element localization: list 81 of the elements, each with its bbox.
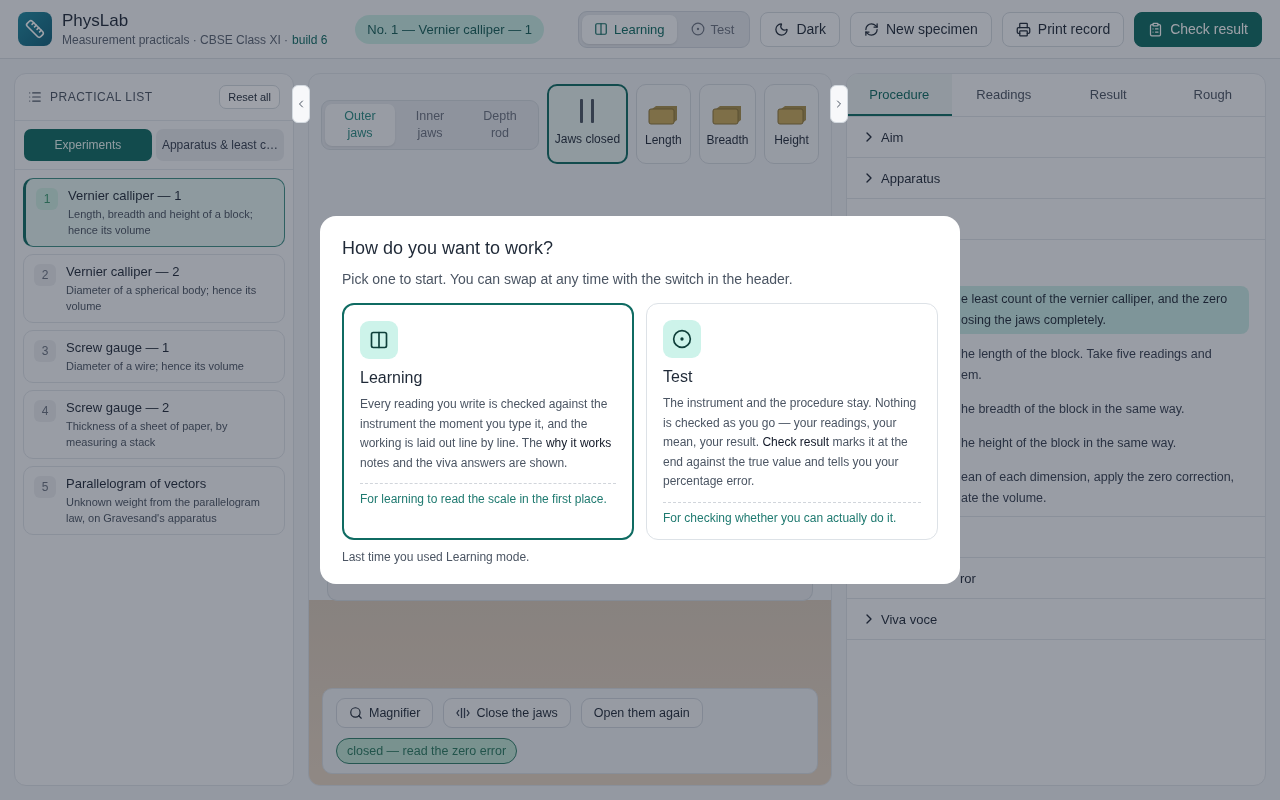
header-button[interactable]: New specimen <box>850 11 992 47</box>
search-icon <box>349 706 363 720</box>
practical-item[interactable]: 3 Screw gauge — 1 Diameter of a wire; hence its volume <box>23 330 285 383</box>
side-tab[interactable]: Result <box>1056 74 1161 116</box>
option-description: Every reading you write is checked against the instrument the moment you type it, and the working is laid out line by line. The why it works notes and the viva answers are shown. <box>360 396 613 472</box>
header-button[interactable]: Print record <box>1001 11 1125 47</box>
collapse-left-button[interactable] <box>292 85 310 123</box>
section-row[interactable]: Viva voce <box>847 599 1265 640</box>
mode-option-card[interactable] <box>342 303 634 540</box>
view-button[interactable]: Breadth <box>698 84 756 164</box>
control-button[interactable]: Open them again <box>580 698 703 728</box>
target-icon <box>672 329 692 350</box>
header-button[interactable]: Check result <box>1134 11 1262 47</box>
block-icon <box>712 105 743 125</box>
practical-item[interactable]: 1 Vernier calliper — 1 Length, breadth and height of a block; hence its volume <box>23 178 285 247</box>
practical-title: Screw gauge — 2 <box>66 400 171 415</box>
clipboard-icon <box>1148 21 1164 37</box>
option-description: The instrument and the procedure stay. Nothing is checked as you go — your readings, your mean, your result. Check result marks it at the end against the true value and tells you your percentage error. <box>663 395 918 491</box>
dialog-title: How do you want to work? <box>342 238 555 260</box>
ruler-logo-icon <box>18 12 52 46</box>
procedure-step: he breadth of the block in the same way. <box>957 396 1249 423</box>
mode-tab[interactable]: Learning <box>582 14 677 44</box>
side-tab[interactable]: Readings <box>951 74 1056 116</box>
practical-description: Diameter of a spherical body; hence its volume <box>66 283 258 314</box>
practical-item[interactable]: 2 Vernier calliper — 2 Diameter of a spherical body; hence its volume <box>23 254 285 323</box>
practical-description: Thickness of a sheet of paper, by measuring a stack <box>66 419 229 450</box>
reset-button[interactable]: Reset all <box>219 85 280 109</box>
control-button[interactable]: Close the jaws <box>443 698 571 728</box>
practical-number: 1 <box>36 188 58 210</box>
practical-item[interactable]: 5 Parallelogram of vectors Unknown weight from the parallelogram law, on Gravesand's apparatus <box>23 466 285 535</box>
block-icon <box>776 105 807 125</box>
section-row[interactable]: Aim <box>847 117 1265 158</box>
jaw-tab[interactable]: Outer jaws <box>325 104 395 146</box>
refresh-icon <box>864 21 879 37</box>
list-icon <box>28 90 42 104</box>
option-note: For learning to read the scale in the first place. <box>360 483 616 507</box>
view-button[interactable]: Length <box>635 84 691 164</box>
printer-icon <box>1015 21 1031 37</box>
list-tab[interactable]: Experiments <box>24 129 152 161</box>
jaws-icon <box>456 707 471 719</box>
procedure-step: he height of the block in the same way. <box>957 430 1249 457</box>
list-tab[interactable]: Apparatus & least c… <box>155 129 284 161</box>
procedure-step: ean of each dimension, apply the zero correction, ate the volume. <box>957 464 1249 512</box>
current-practical-pill: No. 1 — Vernier calliper — 1 <box>355 14 544 44</box>
block-icon <box>648 105 679 125</box>
panel-title: PRACTICAL LIST <box>50 90 153 104</box>
app-name: PhysLab <box>62 11 130 31</box>
practical-title: Parallelogram of vectors <box>66 476 208 491</box>
practical-title: Screw gauge — 1 <box>66 340 171 355</box>
procedure-step: he length of the block. Take five readings and em. <box>957 341 1249 389</box>
columns-icon <box>369 330 389 351</box>
section-row[interactable]: Apparatus <box>847 158 1265 199</box>
side-tab[interactable]: Procedure <box>847 74 952 116</box>
practical-title: Vernier calliper — 2 <box>66 264 181 279</box>
control-button[interactable]: Magnifier <box>336 698 434 728</box>
procedure-step: e least count of the vernier calliper, and the zero osing the jaws completely. <box>957 286 1249 334</box>
target-icon <box>690 22 705 36</box>
dialog-footer-note: Last time you used Learning mode. <box>342 549 531 564</box>
moon-icon <box>774 21 790 37</box>
practical-number: 3 <box>34 340 56 362</box>
dialog-subtitle: Pick one to start. You can swap at any time with the switch in the header. <box>342 271 794 288</box>
view-button[interactable]: Jaws closed <box>547 84 628 164</box>
header-button[interactable]: Dark <box>760 11 840 47</box>
side-tab[interactable]: Rough <box>1160 74 1265 116</box>
option-title: Learning <box>360 369 424 388</box>
app-subtitle: Measurement practicals · CBSE Class XI · <box>62 33 289 47</box>
view-button[interactable]: Height <box>764 84 819 164</box>
practical-description: Length, breadth and height of a block; hence its volume <box>68 207 254 238</box>
practical-title: Vernier calliper — 1 <box>68 188 183 203</box>
practical-item[interactable]: 4 Screw gauge — 2 Thickness of a sheet of paper, by measuring a stack <box>23 390 285 459</box>
build-label: build 6 <box>292 33 328 47</box>
collapse-right-button[interactable] <box>830 85 848 123</box>
practical-description: Unknown weight from the parallelogram law, on Gravesand's apparatus <box>66 495 261 526</box>
option-title: Test <box>663 368 694 387</box>
columns-icon <box>594 22 608 36</box>
practical-description: Diameter of a wire; hence its volume <box>66 359 244 374</box>
practical-number: 5 <box>34 476 56 498</box>
status-pill: closed — read the zero error <box>336 738 518 764</box>
practical-number: 4 <box>34 400 56 422</box>
option-note: For checking whether you can actually do it. <box>663 501 921 525</box>
practical-number: 2 <box>34 264 56 286</box>
